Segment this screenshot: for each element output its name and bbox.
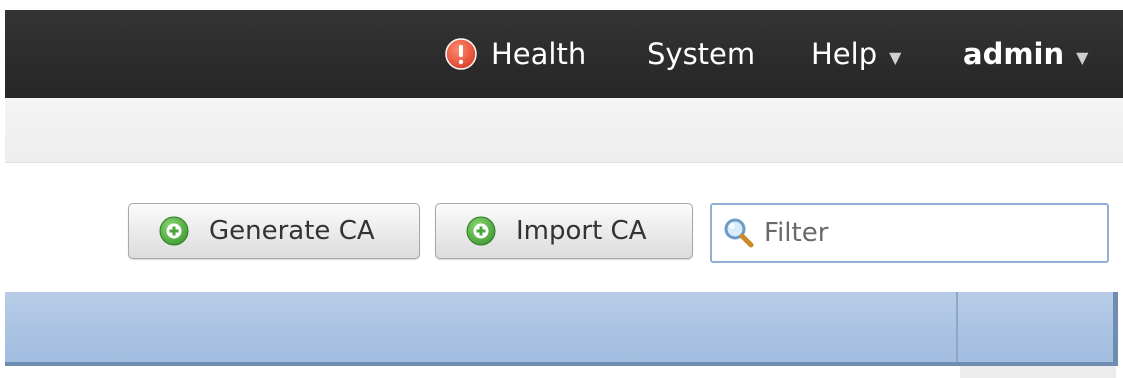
- table-edge: [1113, 292, 1118, 366]
- nav-health-label: Health: [491, 37, 587, 71]
- filter-field[interactable]: [710, 203, 1109, 263]
- generate-ca-label: Generate CA: [209, 216, 375, 246]
- chevron-down-icon: ▼: [889, 47, 902, 67]
- nav-health[interactable]: Health: [445, 34, 586, 74]
- nav-help-label: Help: [811, 37, 878, 71]
- import-ca-button[interactable]: Import CA: [435, 203, 693, 259]
- nav-system-label: System: [647, 37, 756, 71]
- nav-help-menu[interactable]: Help ▼: [811, 34, 901, 74]
- nav-system[interactable]: System: [647, 34, 755, 74]
- import-ca-label: Import CA: [516, 216, 647, 246]
- table-cell: [960, 366, 1116, 378]
- user-menu-label: admin: [963, 37, 1065, 71]
- search-icon: [722, 216, 756, 250]
- table-header: [5, 292, 1118, 366]
- page: Health System Help ▼ admin ▼ Generate CA…: [0, 0, 1123, 378]
- filter-input[interactable]: [764, 213, 1094, 253]
- plus-circle-icon: [466, 216, 496, 246]
- user-menu[interactable]: admin ▼: [963, 34, 1088, 74]
- top-navbar: Health System Help ▼ admin ▼: [5, 10, 1123, 99]
- chevron-down-icon: ▼: [1076, 47, 1089, 67]
- secondary-toolbar: [5, 98, 1123, 163]
- alert-circle-icon: [445, 38, 477, 70]
- column-divider[interactable]: [956, 292, 958, 362]
- generate-ca-button[interactable]: Generate CA: [128, 203, 420, 259]
- plus-circle-icon: [159, 216, 189, 246]
